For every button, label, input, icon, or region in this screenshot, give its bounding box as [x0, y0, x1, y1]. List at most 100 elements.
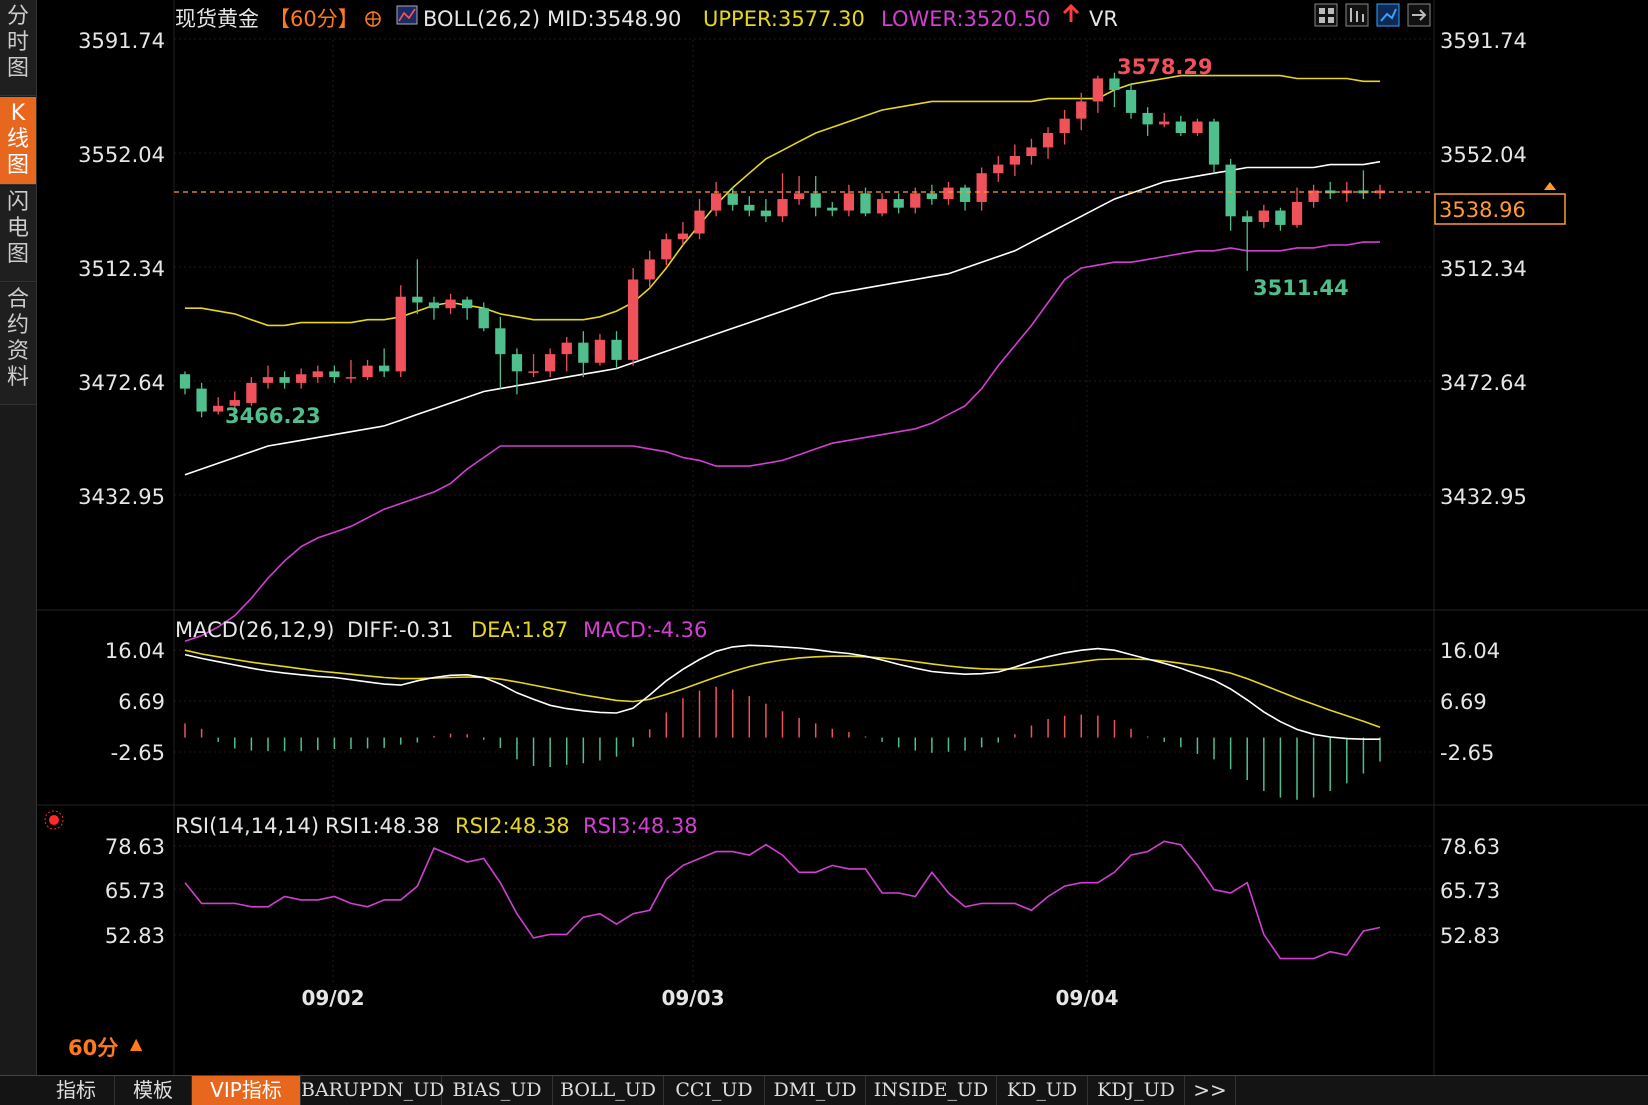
tab-dmi-ud[interactable]: DMI_UD: [765, 1076, 866, 1105]
candle-body: [1026, 147, 1037, 156]
candle: [827, 201, 838, 217]
current-price-label: 3538.96: [1439, 198, 1526, 222]
rsi-label: RSI(14,14,14): [175, 814, 319, 838]
candle-body: [345, 377, 357, 379]
candle: [578, 331, 589, 378]
candle: [1208, 118, 1220, 174]
grid-layout-icon[interactable]: [1314, 3, 1338, 27]
candle-body: [395, 296, 406, 372]
tab-boll-ud[interactable]: BOLL_UD: [553, 1076, 664, 1105]
tab-vip-indicators[interactable]: VIP指标: [192, 1076, 301, 1105]
macd-macd-value: MACD:-4.36: [583, 618, 707, 642]
candle: [1026, 138, 1037, 165]
macd-y-tick: 6.69: [1440, 690, 1487, 714]
candle: [810, 176, 821, 217]
candle-body: [213, 405, 224, 412]
candle-body: [943, 187, 954, 200]
candle-body: [412, 296, 423, 303]
candle: [959, 184, 971, 211]
candle: [528, 354, 539, 378]
low-price-label-left: 3466.23: [225, 404, 321, 428]
line-chart-icon[interactable]: [1376, 3, 1400, 27]
candle: [661, 233, 672, 266]
period-up-arrow-icon[interactable]: ▲: [130, 1034, 142, 1053]
candle-body: [694, 210, 705, 234]
boll-mid-value: MID:3548.90: [547, 7, 681, 31]
candle: [296, 368, 307, 389]
boll-lines: [184, 74, 1381, 643]
rsi-y-tick: 52.83: [1440, 924, 1500, 948]
candle: [495, 316, 506, 389]
candle-body: [329, 371, 340, 378]
candle-body: [1225, 164, 1236, 217]
rsi-line: [184, 840, 1381, 960]
candle-body: [744, 204, 755, 211]
macd-diff-value: DIFF:-0.31: [347, 618, 453, 642]
tab-timeshare[interactable]: 分时图: [0, 0, 36, 96]
candle: [544, 348, 556, 378]
candle: [428, 296, 440, 320]
candle-body: [876, 199, 888, 214]
tab-templates[interactable]: 模板: [115, 1076, 192, 1105]
candle: [1358, 170, 1369, 200]
candle-body: [777, 199, 788, 217]
candle-body: [578, 342, 589, 363]
candle: [412, 259, 423, 314]
indicator-settings-icon[interactable]: [396, 5, 418, 25]
price-marker-icon: [1544, 182, 1556, 190]
period-selector[interactable]: 60分: [68, 1032, 118, 1062]
y-tick: 3432.95: [78, 485, 165, 509]
more-tabs-button[interactable]: >>: [1185, 1076, 1236, 1105]
bar-chart-icon[interactable]: [1345, 3, 1369, 27]
tab-flash[interactable]: 闪电图: [0, 186, 36, 282]
candle: [611, 331, 622, 369]
candle: [1159, 112, 1170, 128]
candle-body: [976, 173, 987, 202]
candle-body: [1109, 78, 1120, 90]
macd-y-tick: -2.65: [1440, 741, 1494, 765]
candle: [876, 193, 888, 217]
rsi1-value: RSI1:48.38: [325, 814, 440, 838]
export-icon[interactable]: [1407, 3, 1431, 27]
candle-body: [478, 308, 489, 329]
candle: [843, 184, 855, 217]
boll-lower-line: [184, 241, 1380, 643]
candle-body: [528, 371, 539, 373]
y-tick: 3512.34: [78, 257, 165, 281]
chart-canvas[interactable]: 现货黄金 【60分】 BOLL(26,2) MID:3548.90 UPPER:…: [37, 0, 1648, 1075]
tab-indicators[interactable]: 指标: [38, 1076, 115, 1105]
tab-barupdn-ud[interactable]: BARUPDN_UD: [301, 1076, 444, 1105]
candle: [279, 371, 290, 389]
tab-bias-ud[interactable]: BIAS_UD: [442, 1076, 553, 1105]
tab-inside-ud[interactable]: INSIDE_UD: [866, 1076, 997, 1105]
tab-kdj-ud[interactable]: KDJ_UD: [1088, 1076, 1185, 1105]
candle-body: [760, 210, 772, 217]
candle-body: [262, 377, 274, 383]
candles: [179, 72, 1386, 418]
x-tick-date: 09/03: [662, 986, 725, 1010]
candle-body: [827, 207, 838, 211]
macd-label: MACD(26,12,9): [175, 618, 335, 642]
rsi-settings-icon[interactable]: [44, 810, 64, 830]
candle-body: [1142, 112, 1153, 125]
tab-cci-ud[interactable]: CCI_UD: [664, 1076, 765, 1105]
tab-kline[interactable]: K线图: [0, 97, 36, 185]
candle: [262, 365, 274, 389]
boll-label: BOLL(26,2): [423, 7, 540, 31]
candle: [1258, 204, 1269, 228]
tab-contract-info[interactable]: 合约资料: [0, 283, 36, 405]
candle-body: [1042, 133, 1054, 148]
candle: [694, 199, 705, 240]
candle-body: [627, 279, 639, 360]
candle: [1142, 107, 1153, 136]
y-tick: 3512.34: [1440, 257, 1527, 281]
macd-panel: [184, 644, 1381, 800]
up-arrow-icon: [1062, 3, 1080, 22]
tab-kd-ud[interactable]: KD_UD: [997, 1076, 1088, 1105]
crosshair-toggle-icon[interactable]: [365, 11, 381, 27]
macd-y-tick: 16.04: [1440, 639, 1500, 663]
candle-body: [594, 339, 606, 363]
candle-body: [727, 193, 738, 205]
candle-body: [1009, 155, 1021, 165]
candle: [362, 359, 373, 380]
